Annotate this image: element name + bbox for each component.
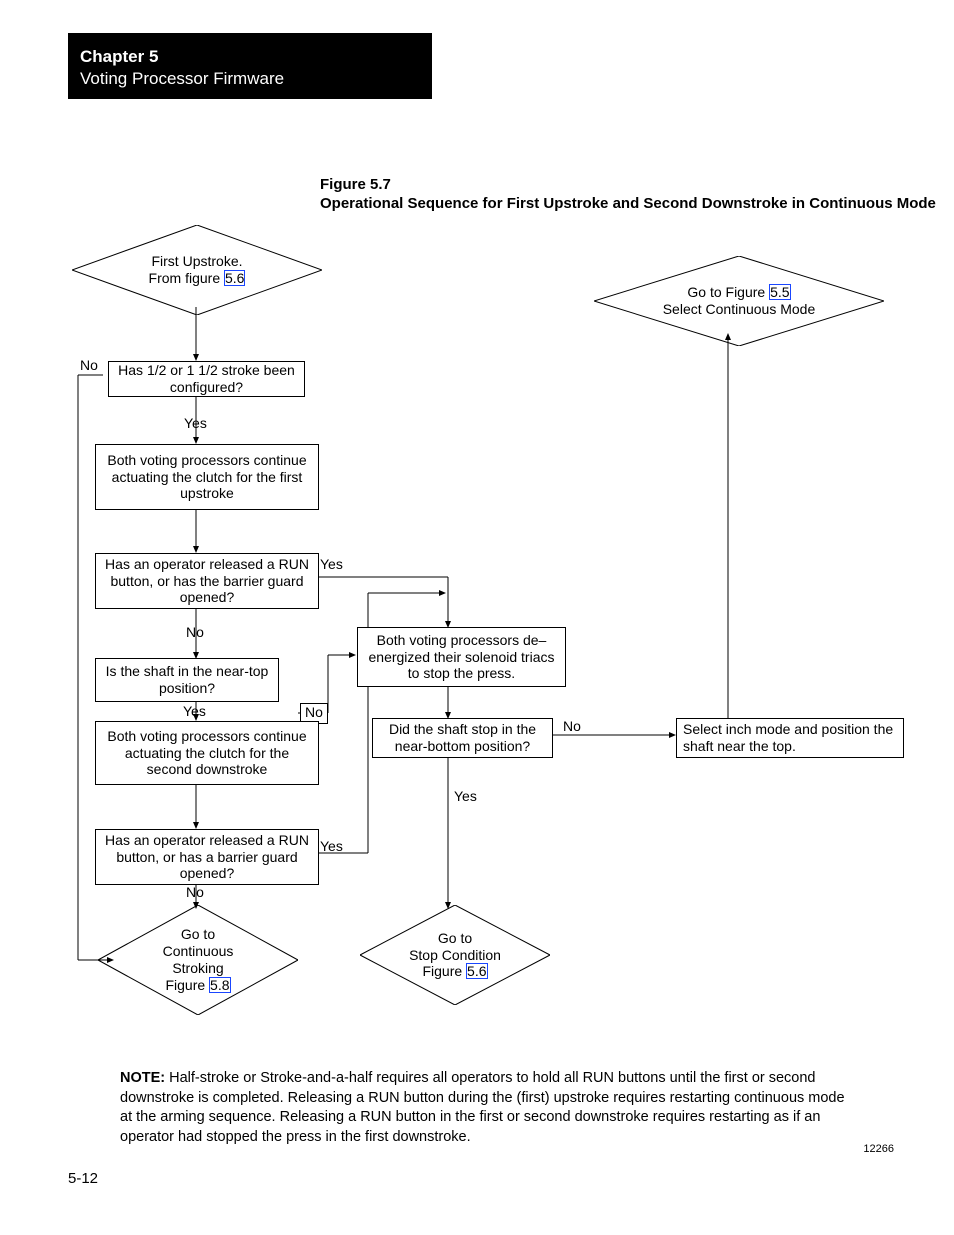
goto-stop-diamond: Go to Stop Condition Figure 5.6 (360, 905, 550, 1005)
p-inch: Select inch mode and position the shaft … (676, 718, 904, 758)
yes-label: Yes (320, 556, 343, 573)
q-near-bottom: Did the shaft stop in the near-bottom po… (372, 718, 553, 758)
no-label: No (186, 624, 204, 641)
page: Chapter 5 Voting Processor Firmware Figu… (0, 0, 954, 1235)
goto-select-diamond: Go to Figure 5.5 Select Continuous Mode (594, 256, 884, 346)
yes-label: Yes (454, 788, 477, 805)
q-near-top: Is the shaft in the near-top position? (95, 658, 279, 702)
start-text: First Upstroke. From figure 5.6 (72, 225, 322, 315)
figure-id: 12266 (863, 1143, 894, 1155)
goto-cont-text: Go to Continuous Stroking Figure 5.8 (98, 905, 298, 1015)
p-downstroke: Both voting processors continue actuatin… (95, 721, 319, 785)
link-fig-5-6b[interactable]: 5.6 (466, 963, 487, 979)
q-run1: Has an operator released a RUN button, o… (95, 553, 319, 609)
yes-label: Yes (320, 838, 343, 855)
chapter-number: Chapter 5 (80, 47, 420, 67)
figure-caption: Figure 5.7 Operational Sequence for Firs… (320, 176, 936, 212)
start-diamond: First Upstroke. From figure 5.6 (72, 225, 322, 315)
link-fig-5-5[interactable]: 5.5 (769, 284, 790, 300)
note-text: NOTE: Half-stroke or Stroke-and-a-half r… (120, 1069, 858, 1147)
figure-title: Operational Sequence for First Upstroke … (320, 195, 936, 212)
no-label: No (80, 357, 98, 374)
goto-cont-diamond: Go to Continuous Stroking Figure 5.8 (98, 905, 298, 1015)
page-number: 5-12 (68, 1170, 98, 1187)
goto-select-text: Go to Figure 5.5 Select Continuous Mode (594, 256, 884, 346)
no-label: No (186, 884, 204, 901)
chapter-header: Chapter 5 Voting Processor Firmware (68, 33, 432, 99)
q-stroke-cfg: Has 1/2 or 1 1/2 stroke been configured? (108, 361, 305, 397)
q-run2: Has an operator released a RUN button, o… (95, 829, 319, 885)
link-fig-5-8[interactable]: 5.8 (209, 977, 230, 993)
yes-label: Yes (184, 415, 207, 432)
goto-stop-text: Go to Stop Condition Figure 5.6 (360, 905, 550, 1005)
link-fig-5-6[interactable]: 5.6 (224, 270, 245, 286)
yes-label: Yes (183, 703, 206, 720)
chapter-title: Voting Processor Firmware (80, 69, 420, 89)
p-deenergize: Both voting processors de–energized thei… (357, 627, 566, 687)
no-label: No (563, 718, 581, 735)
figure-number: Figure 5.7 (320, 176, 936, 193)
p-upstroke: Both voting processors continue actuatin… (95, 444, 319, 510)
